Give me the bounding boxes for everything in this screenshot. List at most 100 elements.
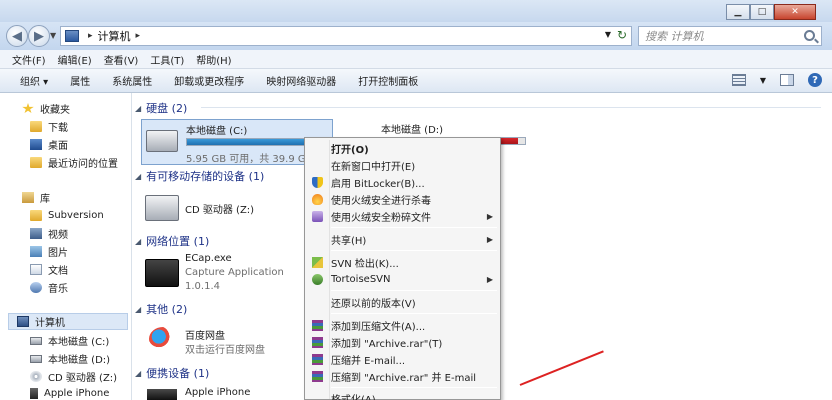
search-placeholder: 搜索 计算机 — [645, 30, 704, 43]
system-properties-button[interactable]: 系统属性 — [112, 73, 152, 88]
menu-item-compress-email[interactable]: 压缩并 E-mail... — [307, 351, 499, 368]
subversion-library-icon — [30, 210, 42, 221]
menu-item-label: 共享(H) — [331, 236, 367, 247]
collapse-triangle-icon[interactable]: ◢ — [135, 305, 141, 314]
nav-item-downloads[interactable]: 下载 — [30, 118, 68, 135]
menu-item-bitlocker[interactable]: 启用 BitLocker(B)... — [307, 174, 499, 191]
map-network-drive-button[interactable]: 映射网络驱动器 — [266, 73, 336, 88]
iphone-name: Apple iPhone — [185, 387, 251, 398]
group-header-removable[interactable]: ◢ 有可移动存储的设备 (1) — [135, 168, 264, 184]
ecap-version: 1.0.1.4 — [185, 281, 220, 292]
minimize-button[interactable]: ▁ — [726, 4, 750, 20]
iphone-tile[interactable]: Apple iPhone — [141, 383, 301, 400]
refresh-icon[interactable]: ↻ — [617, 28, 627, 42]
close-button[interactable]: ✕ — [774, 4, 816, 20]
collapse-triangle-icon[interactable]: ◢ — [135, 369, 141, 378]
menu-item-open[interactable]: 打开(O) — [307, 140, 499, 157]
change-view-icon[interactable] — [731, 74, 746, 86]
baidu-netdisk-tile[interactable]: 百度网盘 双击运行百度网盘 — [141, 321, 301, 359]
nav-favorites[interactable]: 收藏夹 — [22, 100, 70, 117]
group-divider — [201, 107, 821, 108]
nav-item-subversion[interactable]: Subversion — [30, 207, 104, 224]
nav-label: Subversion — [48, 210, 104, 221]
open-control-panel-button[interactable]: 打开控制面板 — [358, 73, 418, 88]
menu-item-add-to-rar[interactable]: 添加到 "Archive.rar"(T) — [307, 334, 499, 351]
forward-button[interactable]: ▶ — [28, 25, 50, 47]
group-header-network[interactable]: ◢ 网络位置 (1) — [135, 233, 209, 249]
cd-drive-icon — [145, 195, 179, 221]
submenu-arrow-icon: ▶ — [486, 235, 493, 244]
nav-label: 本地磁盘 (C:) — [48, 337, 110, 348]
breadcrumb-separator-icon[interactable]: ▸ — [88, 31, 93, 41]
menu-item-add-to-archive[interactable]: 添加到压缩文件(A)... — [307, 317, 499, 334]
group-title: 有可移动存储的设备 (1) — [146, 170, 265, 183]
menu-item-restore-previous[interactable]: 还原以前的版本(V) — [307, 294, 499, 311]
nav-item-drive-d[interactable]: 本地磁盘 (D:) — [30, 350, 110, 367]
ecap-name: ECap.exe — [185, 253, 232, 264]
menu-item-format[interactable]: 格式化(A)... — [307, 390, 499, 400]
hard-disk-icon — [30, 354, 42, 363]
menu-item-antivirus-scan[interactable]: 使用火绒安全进行杀毒 — [307, 191, 499, 208]
cd-drive-name: CD 驱动器 (Z:) — [185, 205, 255, 216]
nav-label: 最近访问的位置 — [48, 159, 118, 170]
menu-item-share[interactable]: 共享(H) ▶ — [307, 231, 499, 248]
menu-item-open-new-window[interactable]: 在新窗口中打开(E) — [307, 157, 499, 174]
nav-label: 文档 — [48, 266, 68, 277]
nav-computer[interactable]: 计算机 — [8, 313, 128, 330]
ecap-tile[interactable]: ECap.exe Capture Application 1.0.1.4 — [141, 251, 301, 299]
menu-bar: 文件(F) 编辑(E) 查看(V) 工具(T) 帮助(H) — [0, 50, 832, 69]
back-button[interactable]: ◀ — [6, 25, 28, 47]
collapse-triangle-icon[interactable]: ◢ — [135, 237, 141, 246]
group-header-portable[interactable]: ◢ 便携设备 (1) — [135, 365, 209, 381]
menu-item-svn-checkout[interactable]: SVN 检出(K)... — [307, 254, 499, 271]
collapse-triangle-icon[interactable]: ◢ — [135, 104, 141, 113]
nav-item-recent[interactable]: 最近访问的位置 — [30, 154, 118, 171]
nav-item-cd-drive[interactable]: CD 驱动器 (Z:) — [30, 368, 117, 385]
group-header-other[interactable]: ◢ 其他 (2) — [135, 301, 187, 317]
camera-icon — [145, 259, 179, 287]
nav-label: Apple iPhone — [44, 388, 110, 399]
maximize-button[interactable]: □ — [750, 4, 774, 20]
nav-item-desktop[interactable]: 桌面 — [30, 136, 68, 153]
nav-item-drive-c[interactable]: 本地磁盘 (C:) — [30, 332, 109, 349]
nav-label: 计算机 — [35, 318, 65, 329]
command-toolbar: 组织 ▾ 属性 系统属性 卸载或更改程序 映射网络驱动器 打开控制面板 ▼ ? — [0, 69, 832, 93]
properties-button[interactable]: 属性 — [70, 73, 90, 88]
nav-libraries[interactable]: 库 — [22, 189, 50, 206]
nav-item-music[interactable]: 音乐 — [30, 279, 68, 296]
help-icon[interactable]: ? — [808, 73, 822, 87]
preview-pane-icon[interactable] — [780, 74, 794, 86]
address-row: ◀ ▶ ▼ ▸ 计算机 ▸ ▼ ↻ 搜索 计算机 — [0, 22, 832, 50]
collapse-triangle-icon[interactable]: ◢ — [135, 172, 141, 181]
menu-view[interactable]: 查看(V) — [104, 52, 139, 67]
menu-edit[interactable]: 编辑(E) — [58, 52, 92, 67]
organize-button[interactable]: 组织 ▾ — [20, 73, 48, 88]
menu-tools[interactable]: 工具(T) — [150, 52, 184, 67]
history-dropdown-icon[interactable]: ▼ — [50, 31, 56, 40]
system-drive-icon — [146, 130, 178, 152]
menu-help[interactable]: 帮助(H) — [196, 52, 231, 67]
nav-item-pictures[interactable]: 图片 — [30, 243, 68, 260]
library-icon — [22, 192, 34, 203]
view-dropdown-icon[interactable]: ▼ — [760, 76, 766, 85]
search-icon[interactable] — [804, 30, 815, 41]
cd-drive-tile[interactable]: CD 驱动器 (Z:) — [141, 189, 301, 225]
nav-item-iphone[interactable]: Apple iPhone — [30, 385, 109, 400]
menu-item-label: TortoiseSVN — [331, 274, 391, 285]
breadcrumb-computer[interactable]: 计算机 — [98, 28, 131, 44]
group-title: 其他 (2) — [146, 303, 188, 316]
phone-icon — [147, 389, 177, 400]
address-dropdown-icon[interactable]: ▼ — [605, 30, 611, 39]
menu-item-compress-rar-email[interactable]: 压缩到 "Archive.rar" 并 E-mail — [307, 368, 499, 385]
group-header-hard-disks[interactable]: ◢ 硬盘 (2) — [135, 100, 187, 116]
uninstall-program-button[interactable]: 卸载或更改程序 — [174, 73, 244, 88]
address-bar[interactable]: ▸ 计算机 ▸ ▼ ↻ — [60, 26, 632, 46]
tortoisesvn-icon — [312, 274, 323, 285]
menu-file[interactable]: 文件(F) — [12, 52, 46, 67]
nav-item-documents[interactable]: 文档 — [30, 261, 68, 278]
breadcrumb-separator-icon[interactable]: ▸ — [136, 31, 141, 41]
search-input[interactable]: 搜索 计算机 — [638, 26, 822, 46]
menu-item-tortoisesvn[interactable]: TortoiseSVN ▶ — [307, 271, 499, 288]
menu-item-shred[interactable]: 使用火绒安全粉碎文件 ▶ — [307, 208, 499, 225]
nav-item-videos[interactable]: 视频 — [30, 225, 68, 242]
